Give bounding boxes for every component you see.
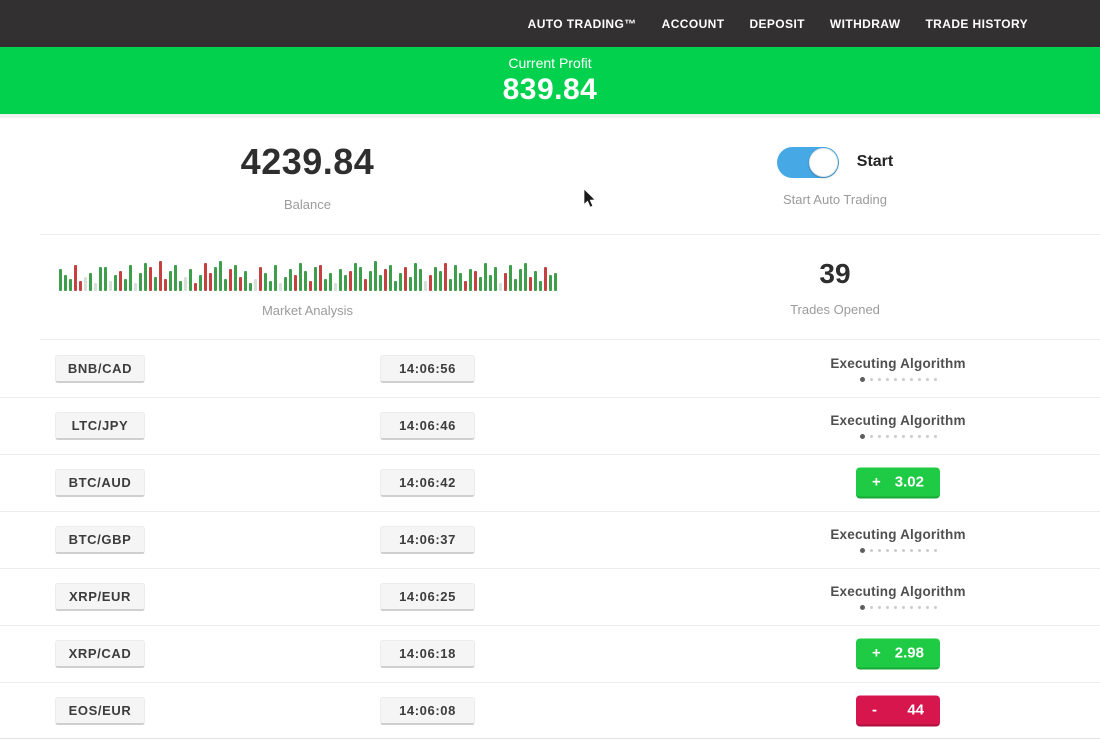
balance-label: Balance <box>284 197 331 212</box>
market-analysis-section: Market Analysis 39 Trades Opened <box>0 235 1100 340</box>
executing-algorithm-label: Executing Algorithm <box>808 584 988 599</box>
trades-opened-value: 39 <box>819 258 850 290</box>
status-cell: Executing Algorithm <box>808 527 988 553</box>
start-auto-trading-label: Start Auto Trading <box>783 192 887 207</box>
status-cell: Executing Algorithm <box>808 356 988 382</box>
result-sign: + <box>872 474 881 491</box>
pair-badge: BTC/AUD <box>55 469 145 497</box>
pair-badge: XRP/CAD <box>55 640 145 668</box>
market-analysis-label: Market Analysis <box>262 303 353 318</box>
nav-trade-history[interactable]: TRADE HISTORY <box>925 17 1028 31</box>
current-profit-value: 839.84 <box>503 73 598 107</box>
market-analysis-chart <box>59 257 557 291</box>
time-badge: 14:06:46 <box>380 412 475 440</box>
table-row: BTC/GBP 14:06:37 Executing Algorithm <box>0 511 1100 568</box>
loss-result-badge: - 44 <box>856 695 940 726</box>
executing-algorithm-label: Executing Algorithm <box>808 356 988 371</box>
balance-value: 4239.84 <box>241 141 375 183</box>
table-row: LTC/JPY 14:06:46 Executing Algorithm <box>0 397 1100 454</box>
table-row: XRP/CAD 14:06:18 + 2.98 <box>0 625 1100 682</box>
time-badge: 14:06:56 <box>380 355 475 383</box>
progress-dots <box>808 377 988 382</box>
status-cell: + 3.02 <box>808 468 988 499</box>
pair-badge: BTC/GBP <box>55 526 145 554</box>
table-row: EOS/EUR 14:06:08 - 44 <box>0 682 1100 739</box>
nav-deposit[interactable]: DEPOSIT <box>749 17 804 31</box>
time-badge: 14:06:25 <box>380 583 475 611</box>
result-value: 3.02 <box>895 474 924 491</box>
time-badge: 14:06:08 <box>380 697 475 725</box>
trades-opened-label: Trades Opened <box>790 302 880 317</box>
executing-algorithm-label: Executing Algorithm <box>808 527 988 542</box>
pair-badge: EOS/EUR <box>55 697 145 725</box>
progress-dots <box>808 548 988 553</box>
table-row: XRP/EUR 14:06:25 Executing Algorithm <box>0 568 1100 625</box>
time-badge: 14:06:18 <box>380 640 475 668</box>
current-profit-banner: Current Profit 839.84 <box>0 47 1100 118</box>
executing-algorithm-label: Executing Algorithm <box>808 413 988 428</box>
pair-badge: BNB/CAD <box>55 355 145 383</box>
profit-result-badge: + 3.02 <box>856 468 940 499</box>
current-profit-label: Current Profit <box>508 55 591 71</box>
result-sign: - <box>872 701 877 718</box>
toggle-start-label: Start <box>857 153 893 171</box>
status-cell: - 44 <box>808 695 988 726</box>
status-cell: Executing Algorithm <box>808 584 988 610</box>
table-row: BNB/CAD 14:06:56 Executing Algorithm <box>0 340 1100 397</box>
profit-result-badge: + 2.98 <box>856 639 940 670</box>
pair-badge: LTC/JPY <box>55 412 145 440</box>
status-cell: Executing Algorithm <box>808 413 988 439</box>
progress-dots <box>808 605 988 610</box>
time-badge: 14:06:37 <box>380 526 475 554</box>
top-navbar: AUTO TRADING™ ACCOUNT DEPOSIT WITHDRAW T… <box>0 0 1100 47</box>
pair-badge: XRP/EUR <box>55 583 145 611</box>
result-value: 44 <box>907 701 924 718</box>
status-cell: + 2.98 <box>808 639 988 670</box>
trades-table: BNB/CAD 14:06:56 Executing Algorithm LTC… <box>0 340 1100 739</box>
result-value: 2.98 <box>895 645 924 662</box>
nav-auto-trading[interactable]: AUTO TRADING™ <box>528 17 637 31</box>
progress-dots <box>808 434 988 439</box>
time-badge: 14:06:42 <box>380 469 475 497</box>
table-row: BTC/AUD 14:06:42 + 3.02 <box>0 454 1100 511</box>
nav-account[interactable]: ACCOUNT <box>662 17 725 31</box>
result-sign: + <box>872 645 881 662</box>
toggle-knob <box>809 148 838 177</box>
balance-section: 4239.84 Balance Start Start Auto Trading <box>0 118 1100 235</box>
nav-withdraw[interactable]: WITHDRAW <box>830 17 901 31</box>
auto-trading-toggle[interactable] <box>777 147 839 178</box>
